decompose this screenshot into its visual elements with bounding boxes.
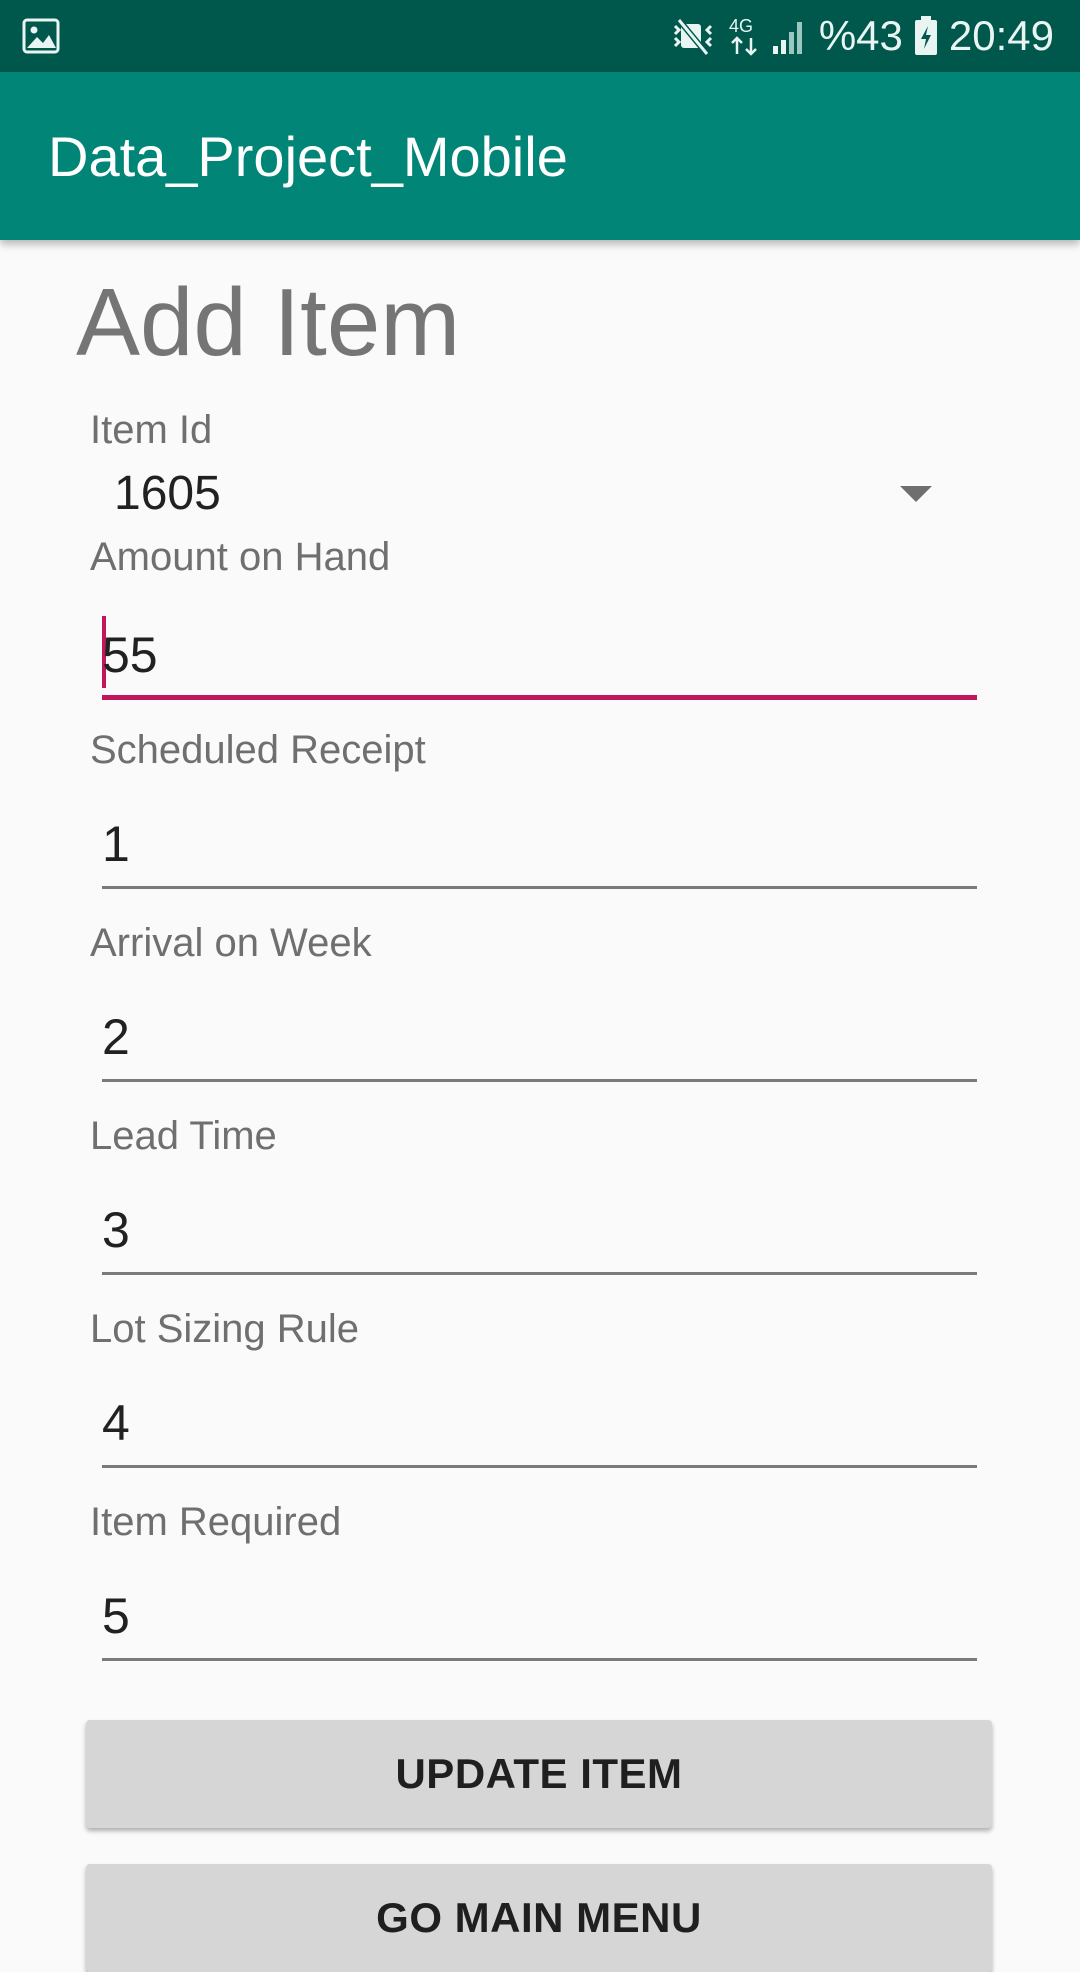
amount-on-hand-input[interactable]: 55 xyxy=(102,610,977,700)
clock: 20:49 xyxy=(948,12,1054,59)
lot-sizing-rule-input[interactable]: 4 xyxy=(102,1378,977,1468)
scheduled-receipt-label: Scheduled Receipt xyxy=(90,728,426,772)
lead-time-value: 3 xyxy=(102,1202,130,1258)
lot-sizing-rule-label: Lot Sizing Rule xyxy=(90,1307,360,1351)
item-required-value: 5 xyxy=(102,1588,130,1644)
battery-percent: %43 xyxy=(818,12,903,59)
gallery-icon xyxy=(22,18,60,54)
item-id-label: Item Id xyxy=(90,408,213,452)
amount-on-hand-label: Amount on Hand xyxy=(90,535,391,579)
item-id-value: 1605 xyxy=(114,467,221,520)
lead-time-label: Lead Time xyxy=(90,1114,277,1158)
dropdown-arrow-icon[interactable] xyxy=(900,486,932,502)
status-bar: 4G %43 20:49 xyxy=(0,0,1080,72)
go-main-menu-button[interactable]: GO MAIN MENU xyxy=(86,1864,992,1972)
scheduled-receipt-input[interactable]: 1 xyxy=(102,799,977,889)
arrival-on-week-value: 2 xyxy=(102,1009,130,1065)
page-title: Add Item xyxy=(76,269,461,376)
arrival-on-week-label: Arrival on Week xyxy=(90,921,372,965)
item-id-spinner[interactable]: 1605 xyxy=(90,458,970,530)
arrival-on-week-input[interactable]: 2 xyxy=(102,992,977,1082)
network-4g-icon: 4G xyxy=(729,16,757,56)
item-required-input[interactable]: 5 xyxy=(102,1571,977,1661)
update-item-button[interactable]: UPDATE ITEM xyxy=(86,1720,992,1828)
mute-icon xyxy=(673,18,712,56)
item-required-label: Item Required xyxy=(90,1500,342,1544)
field-underline xyxy=(102,1272,977,1275)
lot-sizing-rule-value: 4 xyxy=(102,1395,130,1451)
svg-text:4G: 4G xyxy=(729,16,753,36)
field-underline xyxy=(102,1079,977,1082)
signal-icon xyxy=(772,22,802,54)
app-bar: Data_Project_Mobile xyxy=(0,72,1080,240)
field-underline xyxy=(102,886,977,889)
field-underline xyxy=(102,695,977,700)
battery-charging-icon xyxy=(914,16,937,55)
field-underline xyxy=(102,1658,977,1661)
app-title: Data_Project_Mobile xyxy=(48,125,568,188)
field-underline xyxy=(102,1465,977,1468)
lead-time-input[interactable]: 3 xyxy=(102,1185,977,1275)
scheduled-receipt-value: 1 xyxy=(102,816,130,872)
amount-on-hand-value: 55 xyxy=(102,627,158,683)
